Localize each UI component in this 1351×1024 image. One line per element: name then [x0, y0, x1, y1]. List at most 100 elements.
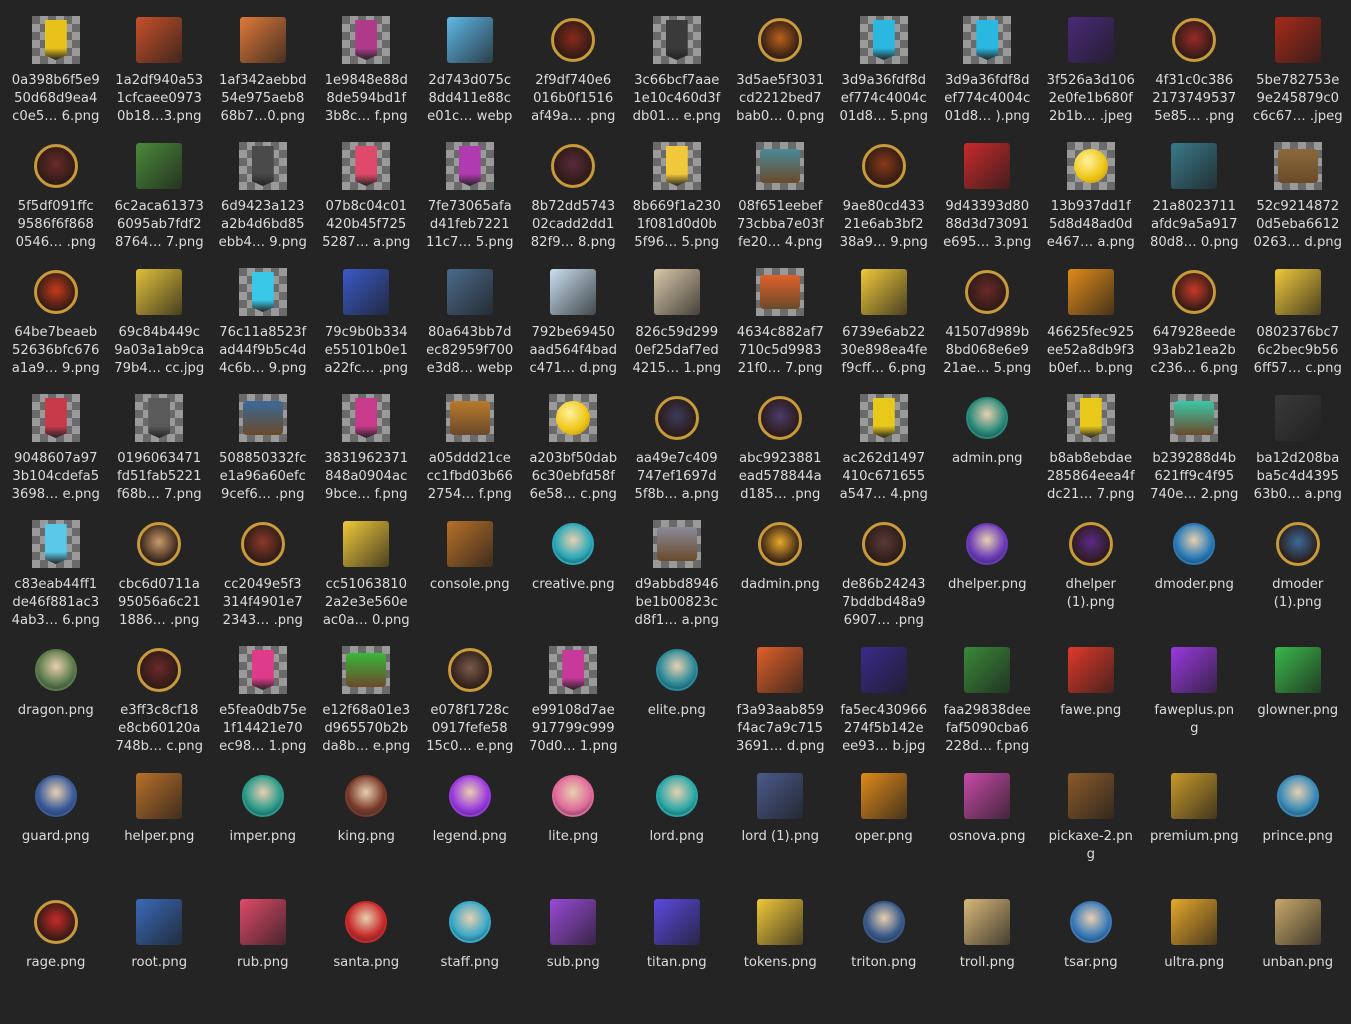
file-item[interactable]: cbc6d0711a 95056a6c21 1886… .png [108, 520, 212, 646]
file-item[interactable]: troll.png [936, 898, 1040, 1024]
file-item[interactable]: 9ae80cd433 21e6ab3bf2 38a9… 9.png [832, 142, 936, 268]
file-item[interactable]: 3d9a36fdf8d ef774c4004c 01d8… 5.png [832, 16, 936, 142]
file-item[interactable]: 5f5df091ffc 9586f6f868 0546… .png [4, 142, 108, 268]
file-item[interactable]: 4634c882af7 710c5d9983 21f0… 7.png [729, 268, 833, 394]
file-item[interactable]: premium.png [1143, 772, 1247, 898]
file-item[interactable]: faweplus.pn g [1143, 646, 1247, 772]
file-item[interactable]: 3d9a36fdf8d ef774c4004c 01d8… ).png [936, 16, 1040, 142]
file-item[interactable]: imper.png [211, 772, 315, 898]
file-item[interactable]: lite.png [522, 772, 626, 898]
file-item[interactable]: cc51063810 2a2e3e560e ac0a… 0.png [315, 520, 419, 646]
file-item[interactable]: fawe.png [1039, 646, 1143, 772]
file-item[interactable]: 8b669f1a230 1f081d0d0b 5f96… 5.png [625, 142, 729, 268]
file-item[interactable]: legend.png [418, 772, 522, 898]
file-item[interactable]: 6d9423a123 a2b4d6bd85 ebb4… 9.png [211, 142, 315, 268]
file-item[interactable]: 1a2df940a53 1cfcaee0973 0b18…3.png [108, 16, 212, 142]
file-item[interactable]: ba12d208ba ba5c4d4395 63b0… a.png [1246, 394, 1350, 520]
file-item[interactable]: cc2049e5f3 314f4901e7 2343… .png [211, 520, 315, 646]
file-item[interactable]: faa29838dee faf5090cba6 228d… f.png [936, 646, 1040, 772]
file-item[interactable]: 9048607a97 3b104cdefa5 3698… e.png [4, 394, 108, 520]
file-item[interactable]: staff.png [418, 898, 522, 1024]
file-item[interactable]: 508850332fc e1a96a60efc 9cef6… .png [211, 394, 315, 520]
file-item[interactable]: 64be7beaeb 52636bfc676 a1a9… 9.png [4, 268, 108, 394]
file-item[interactable]: 2f9df740e6 016b0f1516 af49a… .png [522, 16, 626, 142]
file-item[interactable]: 52c9214872 0d5eba6612 0263… d.png [1246, 142, 1350, 268]
file-item[interactable]: 08f651eebef 73cbba7e03f fe20… 4.png [729, 142, 833, 268]
file-item[interactable]: ac262d1497 410c671655 a547… 4.png [832, 394, 936, 520]
file-item[interactable]: root.png [108, 898, 212, 1024]
file-item[interactable]: 80a643bb7d ec82959f700 e3d8… webp [418, 268, 522, 394]
file-item[interactable]: 5be782753e 9e245879c0 c6c67… .jpeg [1246, 16, 1350, 142]
file-item[interactable]: 13b937dd1f 5d8d48ad0d e467… a.png [1039, 142, 1143, 268]
file-item[interactable]: tsar.png [1039, 898, 1143, 1024]
file-item[interactable]: sub.png [522, 898, 626, 1024]
file-item[interactable]: 4f31c0c386 2173749537 5e85… .png [1143, 16, 1247, 142]
file-item[interactable]: titan.png [625, 898, 729, 1024]
file-item[interactable]: e12f68a01e3 d965570b2b da8b… e.png [315, 646, 419, 772]
file-item[interactable]: dhelper.png [936, 520, 1040, 646]
file-item[interactable]: dadmin.png [729, 520, 833, 646]
file-item[interactable]: 6739e6ab22 30e898ea4fe f9cff… 6.png [832, 268, 936, 394]
file-item[interactable]: 647928eede 93ab21ea2b c236… 6.png [1143, 268, 1247, 394]
file-item[interactable]: fa5ec430966 274f5b142e ee93… b.jpg [832, 646, 936, 772]
file-item[interactable]: santa.png [315, 898, 419, 1024]
file-item[interactable]: 1af342aebbd 54e975aeb8 68b7…0.png [211, 16, 315, 142]
file-item[interactable]: 1e9848e88d 8de594bd1f 3b8c… f.png [315, 16, 419, 142]
file-item[interactable]: prince.png [1246, 772, 1350, 898]
file-item[interactable]: 3d5ae5f3031 cd2212bed7 bab0… 0.png [729, 16, 833, 142]
file-item[interactable]: 07b8c04c01 420b45f725 5287… a.png [315, 142, 419, 268]
file-item[interactable]: 79c9b0b334 e55101b0e1 a22fc… .png [315, 268, 419, 394]
file-item[interactable]: 3831962371 848a0904ac 9bce… f.png [315, 394, 419, 520]
file-item[interactable]: a05ddd21ce cc1fbd03b66 2754… f.png [418, 394, 522, 520]
file-item[interactable]: triton.png [832, 898, 936, 1024]
file-item[interactable]: 9d43393d80 88d3d73091 e695… 3.png [936, 142, 1040, 268]
file-item[interactable]: rub.png [211, 898, 315, 1024]
file-item[interactable]: console.png [418, 520, 522, 646]
file-item[interactable]: b239288d4b 621ff9c4f95 740e… 2.png [1143, 394, 1247, 520]
file-item[interactable]: 2d743d075c 8dd411e88c e01c… webp [418, 16, 522, 142]
file-item[interactable]: 69c84b449c 9a03a1ab9ca 79b4… cc.jpg [108, 268, 212, 394]
file-item[interactable]: dhelper (1).png [1039, 520, 1143, 646]
file-item[interactable]: a203bf50dab 6c30ebfd58f 6e58… c.png [522, 394, 626, 520]
file-item[interactable]: 41507d989b 8bd068e6e9 21ae… 5.png [936, 268, 1040, 394]
file-item[interactable]: dmoder (1).png [1246, 520, 1350, 646]
file-item[interactable]: 7fe73065afa d41feb7221 11c7… 5.png [418, 142, 522, 268]
file-item[interactable]: ultra.png [1143, 898, 1247, 1024]
file-item[interactable]: b8ab8ebdae 285864eea4f dc21… 7.png [1039, 394, 1143, 520]
file-item[interactable]: creative.png [522, 520, 626, 646]
file-item[interactable]: 826c59d299 0ef25daf7ed 4215… 1.png [625, 268, 729, 394]
file-item[interactable]: d9abbd8946 be1b00823c d8f1… a.png [625, 520, 729, 646]
file-item[interactable]: rage.png [4, 898, 108, 1024]
file-item[interactable]: 6c2aca61373 6095ab7fdf2 8764… 7.png [108, 142, 212, 268]
file-item[interactable]: admin.png [936, 394, 1040, 520]
file-item[interactable]: e078f1728c 0917fefe58 15c0… e.png [418, 646, 522, 772]
file-item[interactable]: lord.png [625, 772, 729, 898]
file-item[interactable]: abc9923881 ead578844a d185… .png [729, 394, 833, 520]
file-item[interactable]: king.png [315, 772, 419, 898]
file-item[interactable]: e5fea0db75e 1f14421e70 ec98… 1.png [211, 646, 315, 772]
file-item[interactable]: e3ff3c8cf18 e8cb60120a 748b… c.png [108, 646, 212, 772]
file-item[interactable]: helper.png [108, 772, 212, 898]
file-item[interactable]: lord (1).png [729, 772, 833, 898]
file-item[interactable]: dmoder.png [1143, 520, 1247, 646]
file-item[interactable]: pickaxe-2.pn g [1039, 772, 1143, 898]
file-item[interactable]: 0802376bc7 6c2bec9b56 6ff57… c.png [1246, 268, 1350, 394]
file-item[interactable]: unban.png [1246, 898, 1350, 1024]
file-item[interactable]: oper.png [832, 772, 936, 898]
file-item[interactable]: osnova.png [936, 772, 1040, 898]
file-item[interactable]: f3a93aab859 f4ac7a9c715 3691… d.png [729, 646, 833, 772]
file-item[interactable]: 8b72dd5743 02cadd2dd1 82f9… 8.png [522, 142, 626, 268]
file-item[interactable]: c83eab44ff1 de46f881ac3 4ab3… 6.png [4, 520, 108, 646]
file-item[interactable]: dragon.png [4, 646, 108, 772]
file-item[interactable]: 76c11a8523f ad44f9b5c4d 4c6b… 9.png [211, 268, 315, 394]
file-item[interactable]: e99108d7ae 917799c999 70d0… 1.png [522, 646, 626, 772]
file-item[interactable]: guard.png [4, 772, 108, 898]
file-item[interactable]: 21a8023711 afdc9a5a917 80d8… 0.png [1143, 142, 1247, 268]
file-item[interactable]: 3c66bcf7aae 1e10c460d3f db01… e.png [625, 16, 729, 142]
file-item[interactable]: tokens.png [729, 898, 833, 1024]
file-item[interactable]: 792be69450 aad564f4bad c471… d.png [522, 268, 626, 394]
file-item[interactable]: elite.png [625, 646, 729, 772]
file-item[interactable]: 46625fec925 ee52a8db9f3 b0ef… b.png [1039, 268, 1143, 394]
file-item[interactable]: 3f526a3d106 2e0fe1b680f 2b1b… .jpeg [1039, 16, 1143, 142]
file-item[interactable]: de86b24243 7bddbd48a9 6907… .png [832, 520, 936, 646]
